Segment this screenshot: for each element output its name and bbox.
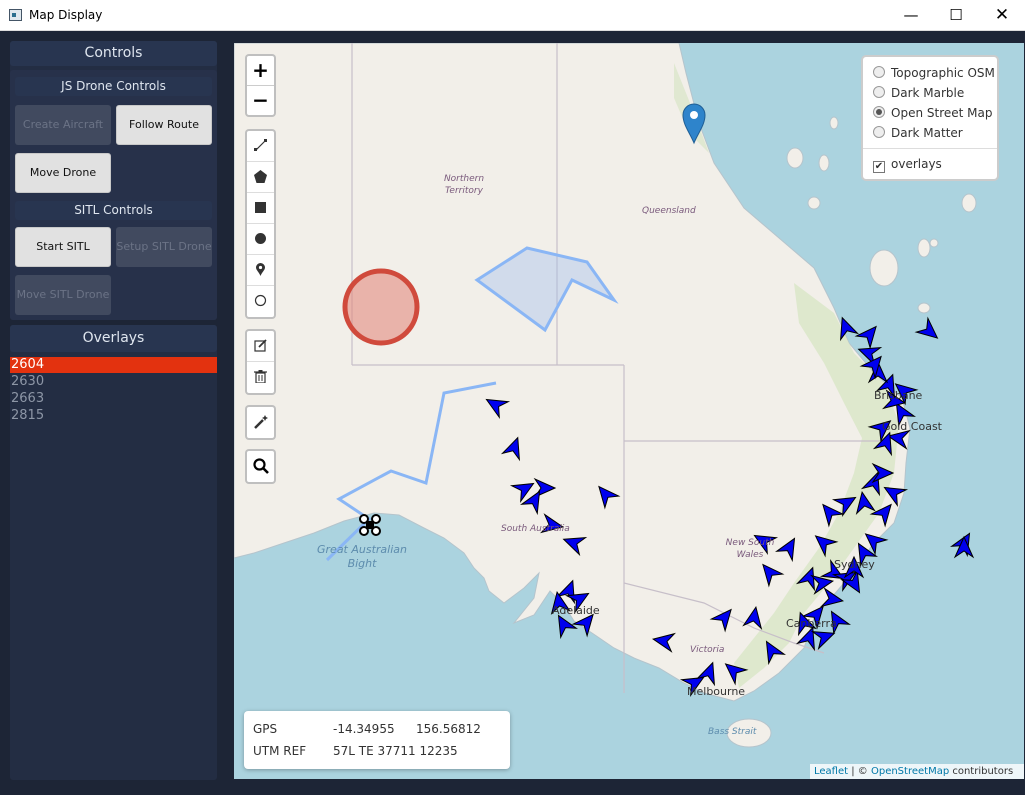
layer-label: Topographic OSM <box>891 66 995 80</box>
controls-header: Controls <box>10 41 217 66</box>
title-bar: Map Display — ☐ ✕ <box>0 0 1025 31</box>
magic-wand-button[interactable] <box>247 407 274 438</box>
draw-toolbar <box>245 129 276 319</box>
layers-control: Topographic OSM Dark Marble Open Street … <box>861 55 999 181</box>
overlays-toggle-label: overlays <box>891 157 942 171</box>
layer-label: Dark Matter <box>891 126 963 140</box>
label-adelaide: Adelaide <box>552 604 600 617</box>
edit-layers-button[interactable] <box>247 331 274 362</box>
radio-icon[interactable] <box>873 66 885 78</box>
attribution-suffix: contributors <box>949 766 1014 777</box>
close-button[interactable]: ✕ <box>979 0 1025 31</box>
circle-icon <box>255 233 266 244</box>
label-brisbane: Brisbane <box>874 389 923 402</box>
overlay-item[interactable]: 2815 <box>10 408 217 424</box>
move-drone-button[interactable]: Move Drone <box>15 153 111 193</box>
label-nt-line2: Territory <box>445 186 483 196</box>
osm-link[interactable]: OpenStreetMap <box>871 766 949 777</box>
layers-divider <box>863 148 997 149</box>
layer-option-topographic-osm[interactable]: Topographic OSM <box>873 65 995 81</box>
js-drone-controls-header: JS Drone Controls <box>15 77 212 96</box>
magic-wand-icon <box>254 415 268 429</box>
move-sitl-drone-button[interactable]: Move SITL Drone <box>15 275 111 315</box>
label-bass-strait: Bass Strait <box>708 727 757 737</box>
zoom-out-button[interactable]: − <box>247 86 274 115</box>
radio-icon[interactable] <box>873 126 885 138</box>
magic-tool <box>245 405 276 440</box>
zoom-in-button[interactable]: + <box>247 56 274 86</box>
attribution-separator: | © <box>848 766 871 777</box>
layer-option-open-street-map[interactable]: Open Street Map <box>873 105 992 121</box>
label-great-australian-bight: Great Australian Bight <box>312 543 412 571</box>
zoom-control: + − <box>245 54 276 117</box>
search-button[interactable] <box>247 451 274 482</box>
maximize-button[interactable]: ☐ <box>933 0 979 31</box>
map-view[interactable]: Northern Territory Queensland South Aust… <box>234 43 1024 779</box>
delete-icon <box>254 370 267 383</box>
circle-marker-icon <box>254 294 267 307</box>
draw-polygon-button[interactable] <box>247 162 274 193</box>
label-sydney: Sydney <box>834 558 875 571</box>
label-northern-territory: Northern Territory <box>434 173 494 197</box>
create-aircraft-button[interactable]: Create Aircraft <box>15 105 111 145</box>
label-melbourne: Melbourne <box>687 685 746 698</box>
utm-value: 57L TE 37711 12235 <box>333 744 458 758</box>
layer-option-dark-matter[interactable]: Dark Matter <box>873 125 963 141</box>
aircraft-arrow-icon[interactable] <box>914 316 943 345</box>
edit-toolbar <box>245 329 276 395</box>
label-canberra: Canberra <box>786 617 837 630</box>
overlays-toggle[interactable]: ✔ overlays <box>873 156 942 173</box>
label-queensland: Queensland <box>642 206 696 216</box>
radio-checked-icon[interactable] <box>873 106 885 118</box>
drawn-circle[interactable] <box>342 268 420 346</box>
polygon-icon <box>254 170 267 183</box>
start-sitl-button[interactable]: Start SITL <box>15 227 111 267</box>
label-nsw-line1: New South <box>725 538 775 548</box>
overlay-item[interactable]: 2663 <box>10 391 217 407</box>
layer-label: Open Street Map <box>891 106 993 120</box>
overlays-header: Overlays <box>10 325 217 352</box>
label-gold-coast: Gold Coast <box>882 420 942 433</box>
gps-longitude: 156.56812 <box>416 722 481 736</box>
overlay-item[interactable]: 2604 <box>10 357 217 373</box>
leaflet-link[interactable]: Leaflet <box>814 766 848 777</box>
search-tool <box>245 449 276 484</box>
checkbox-checked-icon[interactable]: ✔ <box>873 161 885 173</box>
follow-route-button[interactable]: Follow Route <box>116 105 212 145</box>
marker-icon <box>256 263 265 276</box>
label-nt-line1: Northern <box>443 174 485 184</box>
edit-icon <box>254 339 267 352</box>
app-icon <box>9 9 22 21</box>
layer-option-dark-marble[interactable]: Dark Marble <box>873 85 964 101</box>
search-icon <box>253 458 269 474</box>
aircraft-arrow-icon[interactable] <box>854 321 883 350</box>
sitl-controls-header: SITL Controls <box>15 201 212 220</box>
draw-rectangle-button[interactable] <box>247 193 274 224</box>
label-nsw-line2: Wales <box>736 550 764 560</box>
draw-circle-button[interactable] <box>247 224 274 255</box>
setup-sitl-drone-button[interactable]: Setup SITL Drone <box>116 227 212 267</box>
gps-latitude: -14.34955 <box>333 722 395 736</box>
label-south-australia: South Australia <box>501 524 570 534</box>
radio-icon[interactable] <box>873 86 885 98</box>
label-nsw: New South Wales <box>720 537 780 561</box>
draw-circle-marker-button[interactable] <box>247 286 274 317</box>
draw-polyline-button[interactable] <box>247 131 274 162</box>
delete-layers-button[interactable] <box>247 362 274 393</box>
minimize-button[interactable]: — <box>888 0 934 31</box>
layer-label: Dark Marble <box>891 86 965 100</box>
gps-label: GPS <box>253 722 278 736</box>
map-attribution: Leaflet | © OpenStreetMap contributors <box>810 764 1024 779</box>
aircraft-arrow-icon[interactable] <box>953 535 975 559</box>
polyline-icon <box>254 139 267 151</box>
gps-readout: GPS -14.34955 156.56812 UTM REF 57L TE 3… <box>244 711 510 769</box>
utm-label: UTM REF <box>253 744 307 758</box>
label-bight-line2: Bight <box>347 557 377 570</box>
overlay-item[interactable]: 2630 <box>10 374 217 390</box>
rectangle-icon <box>255 202 266 213</box>
label-bight-line1: Great Australian <box>317 543 407 556</box>
label-victoria: Victoria <box>690 645 725 655</box>
draw-marker-button[interactable] <box>247 255 274 286</box>
window-title: Map Display <box>29 8 103 22</box>
